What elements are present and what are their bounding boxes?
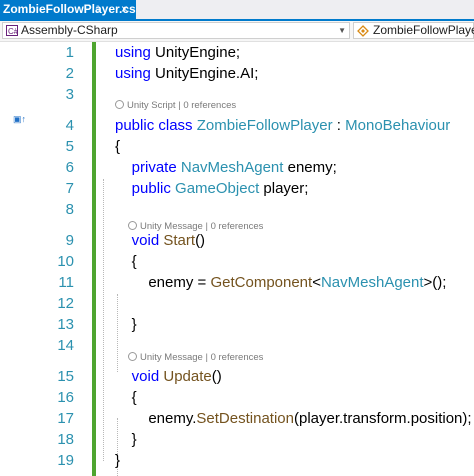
code-line[interactable]: {	[115, 387, 137, 408]
chevron-down-icon: ▼	[338, 26, 346, 35]
csharp-project-icon: C#	[6, 25, 18, 36]
code-token: UnityEngine;	[150, 44, 241, 61]
codelens-annotation[interactable]: Unity Message | 0 references	[128, 352, 263, 364]
line-number: 8	[65, 201, 74, 218]
type-token: NavMeshAgent	[180, 159, 284, 176]
line-number: 3	[65, 86, 74, 103]
line-number: 16	[57, 389, 74, 406]
change-tracking-bar	[92, 42, 96, 476]
type-token: NavMeshAgent	[320, 274, 424, 291]
method-token: Start	[163, 232, 196, 249]
code-token: ()	[211, 368, 222, 385]
class-override-marker-icon[interactable]: ▣↑	[13, 114, 26, 125]
class-icon	[357, 25, 369, 37]
code-line[interactable]: private NavMeshAgent enemy;	[115, 157, 337, 178]
line-number: 4	[65, 117, 74, 134]
keyword-token: class	[158, 117, 193, 134]
project-dropdown[interactable]: C# Assembly-CSharp ▼	[2, 22, 350, 39]
code-token: enemy.	[115, 410, 197, 427]
method-token: Update	[163, 368, 212, 385]
code-line[interactable]: public class ZombieFollowPlayer : MonoBe…	[115, 115, 450, 136]
unity-icon	[115, 100, 124, 109]
code-token: >();	[423, 274, 447, 291]
tab-zombie-follow-player[interactable]: ZombieFollowPlayer.cs ⇩ ×	[0, 0, 136, 19]
line-number: 1	[65, 44, 74, 61]
code-line[interactable]: using UnityEngine;	[115, 42, 240, 63]
code-token: enemy =	[115, 274, 211, 291]
code-token: player;	[259, 180, 309, 197]
navigation-bar: C# Assembly-CSharp ▼ ZombieFollowPlayer	[0, 21, 474, 42]
line-number: 6	[65, 159, 74, 176]
code-token: }	[115, 431, 137, 448]
keyword-token: public	[115, 117, 155, 134]
keyword-token: void	[131, 232, 160, 249]
line-number: 9	[65, 232, 74, 249]
keyword-token: using	[115, 44, 151, 61]
indent-guide	[103, 179, 104, 461]
line-number: 19	[57, 452, 74, 469]
line-number: 12	[57, 295, 74, 312]
line-number: 17	[57, 410, 74, 427]
codelens-text: Unity Message | 0 references	[140, 352, 264, 363]
unity-icon	[128, 221, 137, 230]
code-line[interactable]: using UnityEngine.AI;	[115, 63, 258, 84]
line-number: 5	[65, 138, 74, 155]
code-line[interactable]: {	[115, 251, 137, 272]
code-line[interactable]: void Start()	[115, 230, 205, 251]
codelens-text: Unity Script | 0 references	[127, 100, 237, 111]
line-number: 10	[57, 253, 74, 270]
unity-icon	[128, 352, 137, 361]
code-line[interactable]: }	[115, 429, 137, 450]
line-number: 14	[57, 337, 74, 354]
type-dropdown[interactable]: ZombieFollowPlayer	[353, 22, 474, 39]
code-token: {	[115, 389, 137, 406]
keyword-token: private	[131, 159, 177, 176]
method-token: SetDestination	[196, 410, 294, 427]
type-label: ZombieFollowPlayer	[373, 23, 474, 37]
code-line[interactable]: void Update()	[115, 366, 222, 387]
code-token: {	[115, 138, 121, 155]
code-token: enemy;	[283, 159, 337, 176]
keyword-token: using	[115, 65, 151, 82]
code-line[interactable]: }	[115, 450, 120, 471]
svg-text:C#: C#	[8, 27, 18, 36]
code-line[interactable]: enemy = GetComponent<NavMeshAgent>();	[115, 272, 446, 293]
code-line[interactable]: {	[115, 136, 120, 157]
type-token: MonoBehaviour	[345, 117, 451, 134]
line-number: 2	[65, 65, 74, 82]
code-token: }	[115, 452, 121, 469]
line-number: 13	[57, 316, 74, 333]
code-token: ()	[195, 232, 206, 249]
code-editor[interactable]: ▣↑ 1 2 3 4 5 6 7 8 9 10 11 12 13 14 15 16 17 18 19 Unity S…	[0, 42, 474, 476]
line-number: 7	[65, 180, 74, 197]
code-token: {	[115, 253, 137, 270]
code-token: <	[312, 274, 321, 291]
type-token: ZombieFollowPlayer	[196, 117, 333, 134]
document-tab-bar: ZombieFollowPlayer.cs ⇩ ×	[0, 0, 474, 21]
code-line[interactable]: enemy.SetDestination(player.transform.po…	[115, 408, 472, 429]
code-token: :	[332, 117, 346, 134]
pin-icon[interactable]: ⇩	[94, 0, 102, 19]
line-number: 15	[57, 368, 74, 385]
type-token: GameObject	[175, 180, 260, 197]
keyword-token: public	[131, 180, 171, 197]
codelens-annotation[interactable]: Unity Script | 0 references	[115, 100, 236, 112]
code-token: UnityEngine.AI;	[150, 65, 259, 82]
project-label: Assembly-CSharp	[21, 23, 118, 37]
method-token: GetComponent	[210, 274, 313, 291]
tab-title: ZombieFollowPlayer.cs	[3, 2, 136, 16]
close-icon[interactable]: ×	[121, 0, 128, 19]
code-token: (player.transform.position);	[293, 410, 472, 427]
code-token: }	[115, 316, 137, 333]
line-number: 11	[58, 274, 74, 291]
keyword-token: void	[131, 368, 160, 385]
line-number: 18	[57, 431, 74, 448]
code-line[interactable]: public GameObject player;	[115, 178, 309, 199]
code-line[interactable]: }	[115, 314, 137, 335]
